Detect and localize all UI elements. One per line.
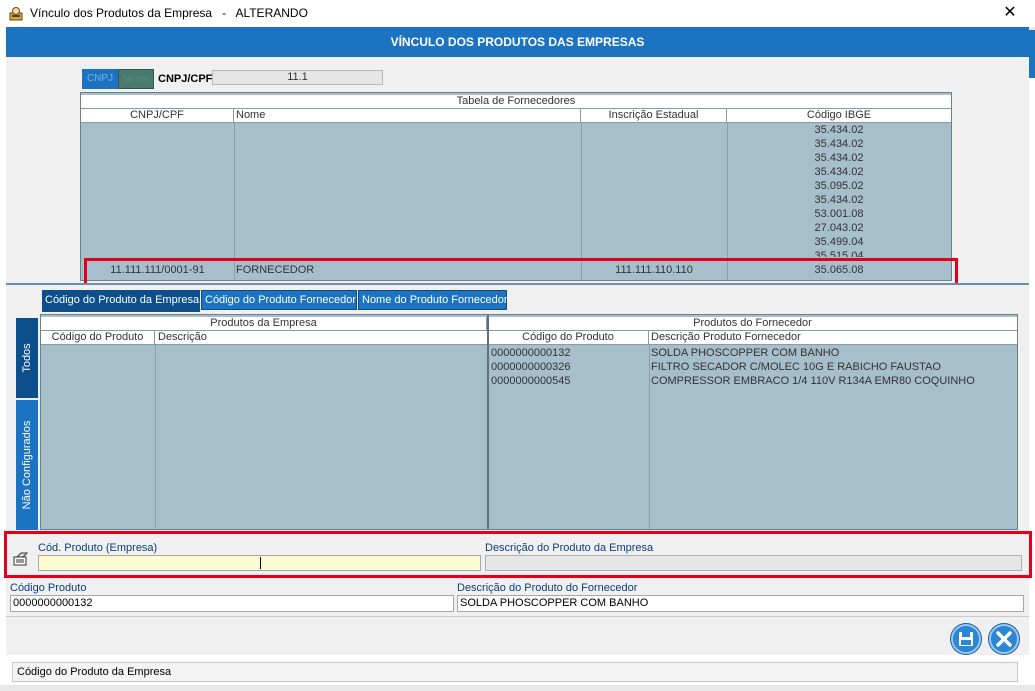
ibge-cell: 35.499.04 (814, 236, 864, 248)
cnpj-search-input[interactable]: 11.1 (212, 70, 383, 85)
ibge-cell: 35.095.02 (814, 180, 864, 192)
tab-codigo-produto-fornecedor[interactable]: Código do Produto Fornecedor (201, 290, 357, 310)
suppliers-table[interactable]: Tabela de Fornecedores CNPJ/CPF Nome Ins… (80, 92, 952, 281)
floppy-disk-icon (959, 632, 973, 646)
close-icon (996, 631, 1012, 647)
supplier-product-desc: SOLDA PHOSCOPPER COM BANHO (651, 347, 840, 359)
edit-icon[interactable] (12, 550, 30, 568)
cod-produto-empresa-input[interactable] (38, 555, 481, 571)
col-header-ie[interactable]: Inscrição Estadual (581, 109, 727, 123)
descricao-produto-fornecedor-label: Descrição do Produto do Fornecedor (457, 582, 638, 594)
highlight-selected-supplier (84, 258, 958, 286)
column-divider (649, 345, 650, 529)
col-header-ibge[interactable]: Código IBGE (727, 109, 951, 123)
filter-tab-nome[interactable]: Nome (118, 69, 154, 89)
divider (6, 616, 1029, 617)
supplier-product-code: 0000000000132 (491, 347, 571, 359)
column-divider (155, 345, 156, 529)
filter-tab-cnpj[interactable]: CNPJ (82, 69, 118, 89)
ibge-cell: 35.434.02 (814, 138, 864, 150)
supplier-products-caption: Produtos do Fornecedor (488, 317, 1017, 331)
column-divider (487, 315, 489, 529)
col-header-company-desc[interactable]: Descrição (155, 331, 488, 345)
side-tab-nao-configurados-label: Não Configurados (21, 420, 33, 510)
products-table[interactable]: Produtos da Empresa Produtos do Forneced… (40, 314, 1018, 530)
status-bar: Código do Produto da Empresa (12, 662, 1018, 682)
ibge-cell: 35.434.02 (814, 194, 864, 206)
save-button[interactable] (951, 624, 981, 654)
col-header-nome[interactable]: Nome (234, 109, 581, 123)
suppliers-table-caption: Tabela de Fornecedores (81, 95, 951, 109)
background-window-edge (1029, 30, 1035, 78)
descricao-produto-empresa-field (485, 555, 1022, 571)
ibge-cell: 53.001.08 (814, 208, 864, 220)
col-header-supplier-desc[interactable]: Descrição Produto Fornecedor (649, 331, 1017, 345)
col-header-supplier-code[interactable]: Código do Produto (488, 331, 649, 345)
ibge-cell: 35.434.02 (814, 152, 864, 164)
column-divider (234, 123, 235, 280)
tab-codigo-produto-empresa[interactable]: Código do Produto da Empresa (42, 290, 200, 312)
side-tab-todos-label: Todos (21, 343, 33, 373)
window-title: Vínculo dos Produtos da Empresa - ALTERA… (30, 6, 308, 20)
supplier-product-desc: COMPRESSOR EMBRACO 1/4 110V R134A EMR80 … (651, 375, 975, 387)
side-tab-todos[interactable]: Todos (16, 318, 38, 398)
ibge-cell: 35.434.02 (814, 124, 864, 136)
descricao-produto-empresa-label: Descrição do Produto da Empresa (485, 542, 654, 554)
codigo-produto-label: Código Produto (10, 582, 87, 594)
side-tab-nao-configurados[interactable]: Não Configurados (16, 400, 38, 530)
cnpj-label: CNPJ/CPF (158, 73, 213, 85)
ibge-cell: 35.434.02 (814, 166, 864, 178)
column-divider (581, 123, 582, 280)
app-icon (8, 6, 24, 22)
supplier-product-code: 0000000000326 (491, 361, 571, 373)
text-caret (260, 557, 261, 569)
company-products-caption: Produtos da Empresa (41, 317, 487, 331)
bottom-strip (0, 685, 1035, 691)
supplier-product-desc: FILTRO SECADOR C/MOLEC 10G E RABICHO FAU… (651, 361, 941, 373)
supplier-product-code: 0000000000545 (491, 375, 571, 387)
tab-nome-produto-fornecedor[interactable]: Nome do Produto Fornecedor (358, 290, 508, 310)
cod-produto-empresa-label: Cód. Produto (Empresa) (38, 542, 158, 554)
ibge-cell: 35.515.04 (814, 250, 864, 257)
col-header-company-code[interactable]: Código do Produto (41, 331, 155, 345)
exit-button[interactable] (989, 624, 1019, 654)
close-window-icon[interactable]: ✕ (1000, 2, 1020, 24)
page-title: VÍNCULO DOS PRODUTOS DAS EMPRESAS (390, 35, 645, 49)
descricao-produto-fornecedor-field: SOLDA PHOSCOPPER COM BANHO (457, 595, 1024, 612)
ibge-cell: 27.043.02 (814, 222, 864, 234)
col-header-cnpj[interactable]: CNPJ/CPF (81, 109, 234, 123)
codigo-produto-field: 0000000000132 (10, 595, 454, 612)
